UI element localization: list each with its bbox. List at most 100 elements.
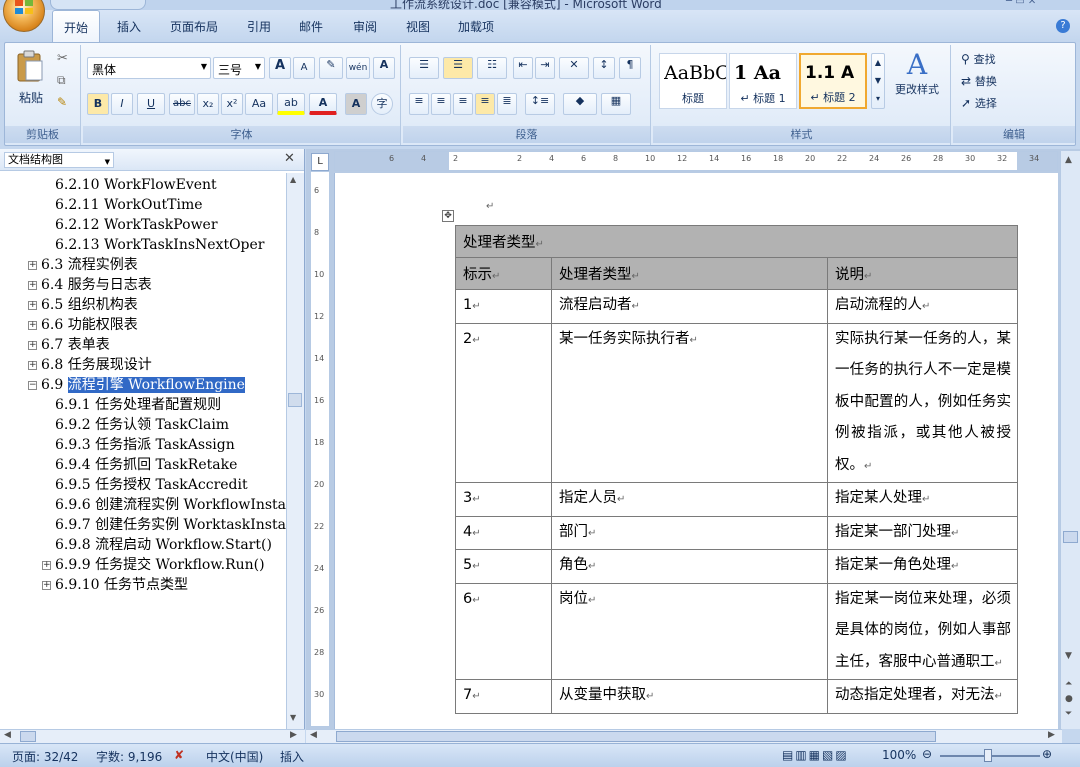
nav-tree-item[interactable]: +6.7 表单表	[28, 335, 110, 355]
show-marks-icon[interactable]: ¶	[619, 57, 641, 79]
table-cell[interactable]: 实际执行某一任务的人，某一任务的执行人不一定是模板中配置的人，例如任务实例被指派…	[827, 322, 1018, 483]
tab-references[interactable]: 引用	[247, 10, 271, 42]
tab-selector-icon[interactable]: L	[311, 153, 329, 171]
document-map-select[interactable]: 文档结构图 ▼	[4, 152, 114, 168]
tab-view[interactable]: 视图	[406, 10, 430, 42]
nav-tree-item[interactable]: +6.6 功能权限表	[28, 315, 138, 335]
shading-icon[interactable]: ◆	[563, 93, 597, 115]
table-caption[interactable]: 处理者类型↵	[455, 225, 1018, 258]
highlight-button[interactable]: ab	[277, 93, 305, 115]
scroll-thumb[interactable]	[336, 731, 936, 742]
expand-icon[interactable]: +	[28, 261, 37, 270]
nav-tree-item[interactable]: 6.9.6 创建流程实例 WorkflowInstan	[55, 495, 286, 515]
scroll-left-icon[interactable]: ◀	[4, 730, 11, 740]
format-painter-icon[interactable]: ✎	[57, 95, 67, 109]
next-page-icon[interactable]: ⏷	[1065, 709, 1072, 719]
scroll-right-icon[interactable]: ▶	[290, 730, 297, 740]
table-cell[interactable]: 流程启动者↵	[551, 289, 828, 324]
insert-mode[interactable]: 插入	[280, 748, 304, 765]
zoom-out-icon[interactable]: ⊖	[922, 747, 932, 761]
scroll-up-icon[interactable]: ▲	[290, 175, 296, 184]
scroll-down-icon[interactable]: ▼	[290, 713, 296, 722]
justify-icon[interactable]: ≡	[475, 93, 495, 115]
table-cell[interactable]: 5↵	[455, 549, 552, 584]
character-border-button[interactable]: A	[373, 57, 395, 79]
shrink-font-button[interactable]: A	[293, 57, 315, 79]
vertical-ruler[interactable]: 6 8 10 12 14 16 18 20 22 24 26 28 30	[310, 171, 330, 727]
line-spacing-icon[interactable]: ↕≡	[525, 93, 555, 115]
scroll-down-icon[interactable]: ▼	[1065, 651, 1072, 661]
nav-tree-item[interactable]: +6.9.9 任务提交 Workflow.Run()	[42, 555, 265, 575]
table-cell[interactable]: 动态指定处理者，对无法↵	[827, 679, 1018, 714]
expand-icon[interactable]: +	[28, 281, 37, 290]
select-button[interactable]: ➚ 选择	[961, 95, 997, 111]
styles-scroll[interactable]: ▲ ▼ ▾	[871, 53, 885, 109]
scroll-right-icon[interactable]: ▶	[1048, 730, 1055, 740]
nav-tree-item[interactable]: 6.2.12 WorkTaskPower	[55, 215, 218, 235]
font-name-select[interactable]: 黑体 ▼	[87, 57, 211, 79]
document-scrollbar[interactable]: ▲ ▼ ⏶ ● ⏷	[1060, 151, 1080, 729]
table-cell[interactable]: 角色↵	[551, 549, 828, 584]
horizontal-ruler[interactable]: 64224681012141618202224262830323436	[334, 151, 1071, 171]
align-right-icon[interactable]: ≡	[453, 93, 473, 115]
paste-button[interactable]: 粘贴	[15, 49, 51, 109]
zoom-in-icon[interactable]: ⊕	[1042, 747, 1052, 761]
table-move-handle-icon[interactable]: ✥	[442, 210, 454, 222]
cut-icon[interactable]: ✂	[57, 51, 68, 66]
table-cell[interactable]: 指定某一部门处理↵	[827, 515, 1018, 550]
expand-icon[interactable]: +	[42, 561, 51, 570]
expand-icon[interactable]: +	[28, 341, 37, 350]
table-cell[interactable]: 指定人员↵	[551, 482, 828, 517]
chinese-layout-icon[interactable]: ✕	[559, 57, 589, 79]
tab-page-layout[interactable]: 页面布局	[170, 10, 218, 42]
table-cell[interactable]: 3↵	[455, 482, 552, 517]
table-cell[interactable]: 1↵	[455, 289, 552, 324]
bold-button[interactable]: B	[87, 93, 109, 115]
language[interactable]: 中文(中国)	[206, 748, 263, 765]
nav-tree-item[interactable]: 6.9.4 任务抓回 TaskRetake	[55, 455, 237, 475]
nav-tree-item[interactable]: 6.9.5 任务授权 TaskAccredit	[55, 475, 248, 495]
nav-tree-item[interactable]: 6.2.11 WorkOutTime	[55, 195, 203, 215]
change-case-button[interactable]: Aa	[245, 93, 273, 115]
table-header-cell[interactable]: 标示↵	[455, 257, 552, 290]
borders-icon[interactable]: ▦	[601, 93, 631, 115]
scroll-up-icon[interactable]: ▲	[1065, 155, 1072, 165]
nav-tree-item[interactable]: 6.2.13 WorkTaskInsNextOper	[55, 235, 265, 255]
table-cell[interactable]: 某一任务实际执行者↵	[551, 322, 828, 483]
copy-icon[interactable]: ⧉	[57, 73, 66, 88]
nav-tree-item[interactable]: 6.9.7 创建任务实例 WorktaskInstan	[55, 515, 286, 535]
clear-format-icon[interactable]: ✎	[319, 57, 343, 79]
help-icon[interactable]: ?	[1056, 19, 1070, 33]
table-cell[interactable]: 从变量中获取↵	[551, 679, 828, 714]
bullets-icon[interactable]: ☰	[409, 57, 439, 79]
increase-indent-icon[interactable]: ⇥	[535, 57, 555, 79]
align-left-icon[interactable]: ≡	[409, 93, 429, 115]
nav-tree-item[interactable]: 6.9.3 任务指派 TaskAssign	[55, 435, 235, 455]
handler-type-table[interactable]: 处理者类型↵ 标示↵ 处理者类型↵ 说明↵ 1↵ 流程启动者↵ 启动流程的人↵ 2↵ 某一任务实…	[455, 225, 1018, 714]
font-size-select[interactable]: 三号 ▼	[213, 57, 265, 79]
scroll-thumb[interactable]	[20, 731, 36, 742]
word-count[interactable]: 字数: 9,196	[96, 748, 162, 765]
browse-object-icon[interactable]: ●	[1065, 694, 1073, 704]
nav-tree-item[interactable]: 6.2.10 WorkFlowEvent	[55, 175, 217, 195]
tab-insert[interactable]: 插入	[117, 10, 141, 42]
numbering-icon[interactable]: ☰	[443, 57, 473, 79]
table-cell[interactable]: 6↵	[455, 582, 552, 680]
table-cell[interactable]: 2↵	[455, 322, 552, 483]
quick-access-toolbar[interactable]	[50, 0, 146, 10]
table-header-cell[interactable]: 说明↵	[827, 257, 1018, 290]
italic-button[interactable]: I	[111, 93, 133, 115]
horizontal-scrollbar[interactable]: ◀ ▶	[306, 729, 1062, 743]
tab-home[interactable]: 开始	[52, 10, 100, 42]
nav-tree-item[interactable]: −6.9 流程引擎 WorkflowEngine	[28, 375, 245, 395]
distributed-icon[interactable]: ≣	[497, 93, 517, 115]
decrease-indent-icon[interactable]: ⇤	[513, 57, 533, 79]
nav-tree-item[interactable]: 6.9.8 流程启动 Workflow.Start()	[55, 535, 272, 555]
table-cell[interactable]: 部门↵	[551, 515, 828, 550]
strikethrough-button[interactable]: abc	[169, 93, 195, 115]
find-button[interactable]: ⚲ 查找	[961, 51, 996, 67]
grow-font-button[interactable]: A	[269, 57, 291, 79]
pane-horizontal-scrollbar[interactable]: ◀ ▶	[0, 729, 305, 743]
close-icon[interactable]: ✕	[284, 151, 295, 166]
expand-icon[interactable]: +	[28, 321, 37, 330]
